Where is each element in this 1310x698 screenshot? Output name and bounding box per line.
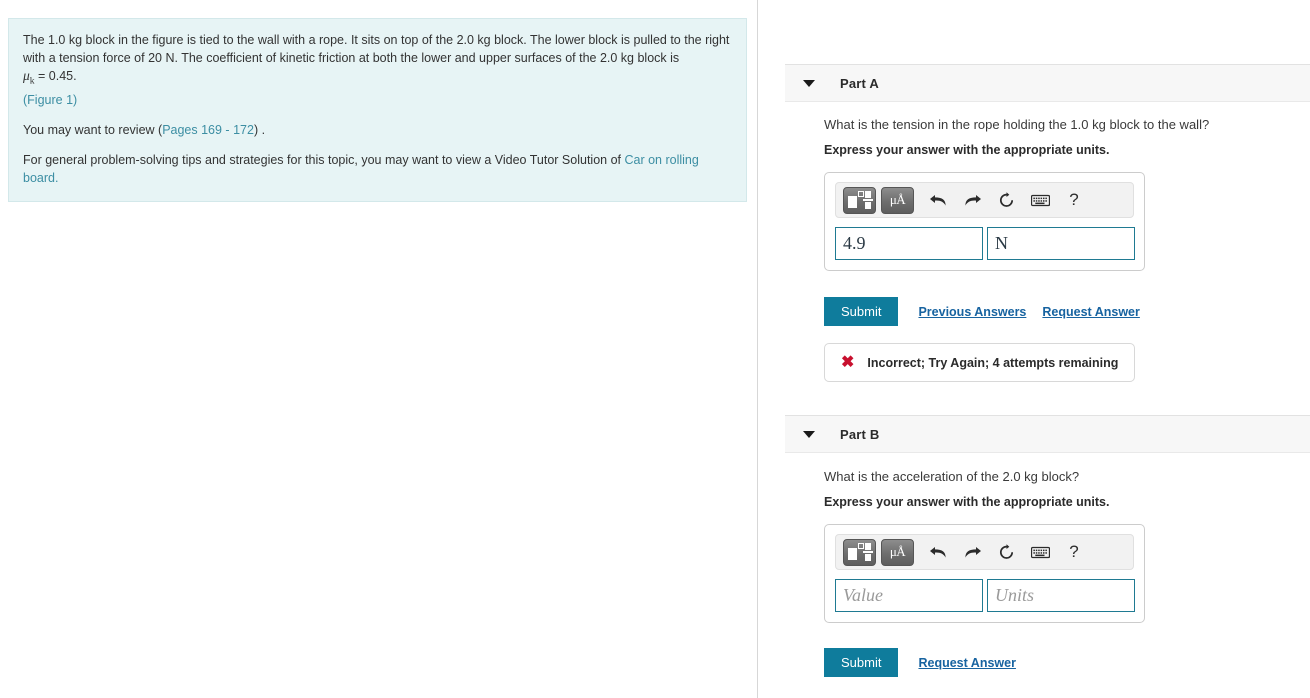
part-a-toolbar: μÅ ?	[835, 182, 1134, 218]
mu-k-value: = 0.45.	[34, 69, 77, 83]
part-b-question: What is the acceleration of the 2.0 kg b…	[824, 469, 1080, 484]
problem-text-body: The 1.0 kg block in the figure is tied t…	[23, 33, 730, 65]
units-micro-angstrom-icon[interactable]: μÅ	[881, 538, 914, 566]
part-b-units-input[interactable]	[987, 579, 1135, 612]
part-a-request-answer-link[interactable]: Request Answer	[1042, 305, 1139, 319]
problem-box: The 1.0 kg block in the figure is tied t…	[8, 18, 747, 202]
part-a-units-input[interactable]	[987, 227, 1135, 260]
part-b-value-input[interactable]	[835, 579, 983, 612]
help-icon[interactable]: ?	[1059, 539, 1089, 566]
undo-icon[interactable]	[923, 187, 953, 214]
page-root: The 1.0 kg block in the figure is tied t…	[0, 0, 1310, 698]
part-a-fields	[835, 227, 1135, 260]
part-b-toolbar: μÅ ?	[835, 534, 1134, 570]
help-icon[interactable]: ?	[1059, 187, 1089, 214]
part-b-label: Part B	[840, 426, 880, 442]
part-a-question: What is the tension in the rope holding …	[824, 117, 1210, 132]
reset-icon[interactable]	[991, 539, 1021, 566]
part-b-submit-row: Submit Request Answer	[824, 648, 1016, 677]
units-micro-angstrom-icon[interactable]: μÅ	[881, 186, 914, 214]
undo-icon[interactable]	[923, 539, 953, 566]
part-b-submit-button[interactable]: Submit	[824, 648, 899, 677]
part-a-submit-row: Submit Previous Answers Request Answer	[824, 297, 1140, 326]
figure-1-link[interactable]: (Figure 1)	[23, 93, 77, 107]
answer-panel: Part A What is the tension in the rope h…	[759, 0, 1310, 698]
part-a-feedback-banner: ✖ Incorrect; Try Again; 4 attempts remai…	[824, 343, 1136, 382]
part-a-answer-box: μÅ ? 4.9 N	[824, 172, 1145, 271]
problem-paragraph-tips: For general problem-solving tips and str…	[23, 151, 732, 187]
pages-range-link[interactable]: Pages 169 - 172	[162, 123, 254, 137]
part-a-label: Part A	[840, 75, 880, 91]
redo-icon[interactable]	[957, 539, 987, 566]
part-b-header[interactable]: Part B	[785, 415, 1310, 453]
part-a-header[interactable]: Part A	[785, 64, 1310, 102]
tips-prefix-text: For general problem-solving tips and str…	[23, 152, 625, 167]
tips-suffix-text: .	[54, 170, 59, 185]
part-b-request-answer-link[interactable]: Request Answer	[918, 656, 1015, 670]
review-prefix-text: You may want to review (	[23, 122, 163, 137]
keyboard-icon[interactable]	[1025, 187, 1055, 214]
keyboard-icon[interactable]	[1025, 539, 1055, 566]
part-a-value-input[interactable]	[835, 227, 983, 260]
problem-paragraph-review: You may want to review (Pages 169 - 172)…	[23, 121, 732, 139]
part-a-previous-answers-link[interactable]: Previous Answers	[918, 305, 1026, 319]
part-a-feedback-text: Incorrect; Try Again; 4 attempts remaini…	[867, 355, 1119, 370]
redo-icon[interactable]	[957, 187, 987, 214]
part-b-answer-box: μÅ ? Value Units	[824, 524, 1145, 623]
problem-statement-panel: The 1.0 kg block in the figure is tied t…	[0, 0, 758, 698]
chevron-down-icon[interactable]	[803, 430, 815, 438]
part-a-instruction: Express your answer with the appropriate…	[824, 143, 1110, 157]
review-suffix-text: ) .	[253, 122, 266, 137]
template-matrix-icon[interactable]	[843, 538, 876, 566]
template-matrix-icon[interactable]	[843, 186, 876, 214]
reset-icon[interactable]	[991, 187, 1021, 214]
chevron-down-icon[interactable]	[803, 79, 815, 87]
mu-k-symbol: μk	[23, 68, 35, 87]
part-a-submit-button[interactable]: Submit	[824, 297, 899, 326]
problem-paragraph-main: The 1.0 kg block in the figure is tied t…	[23, 31, 732, 109]
part-b-fields	[835, 579, 1135, 612]
error-x-icon: ✖	[841, 353, 855, 371]
part-b-instruction: Express your answer with the appropriate…	[824, 495, 1110, 509]
